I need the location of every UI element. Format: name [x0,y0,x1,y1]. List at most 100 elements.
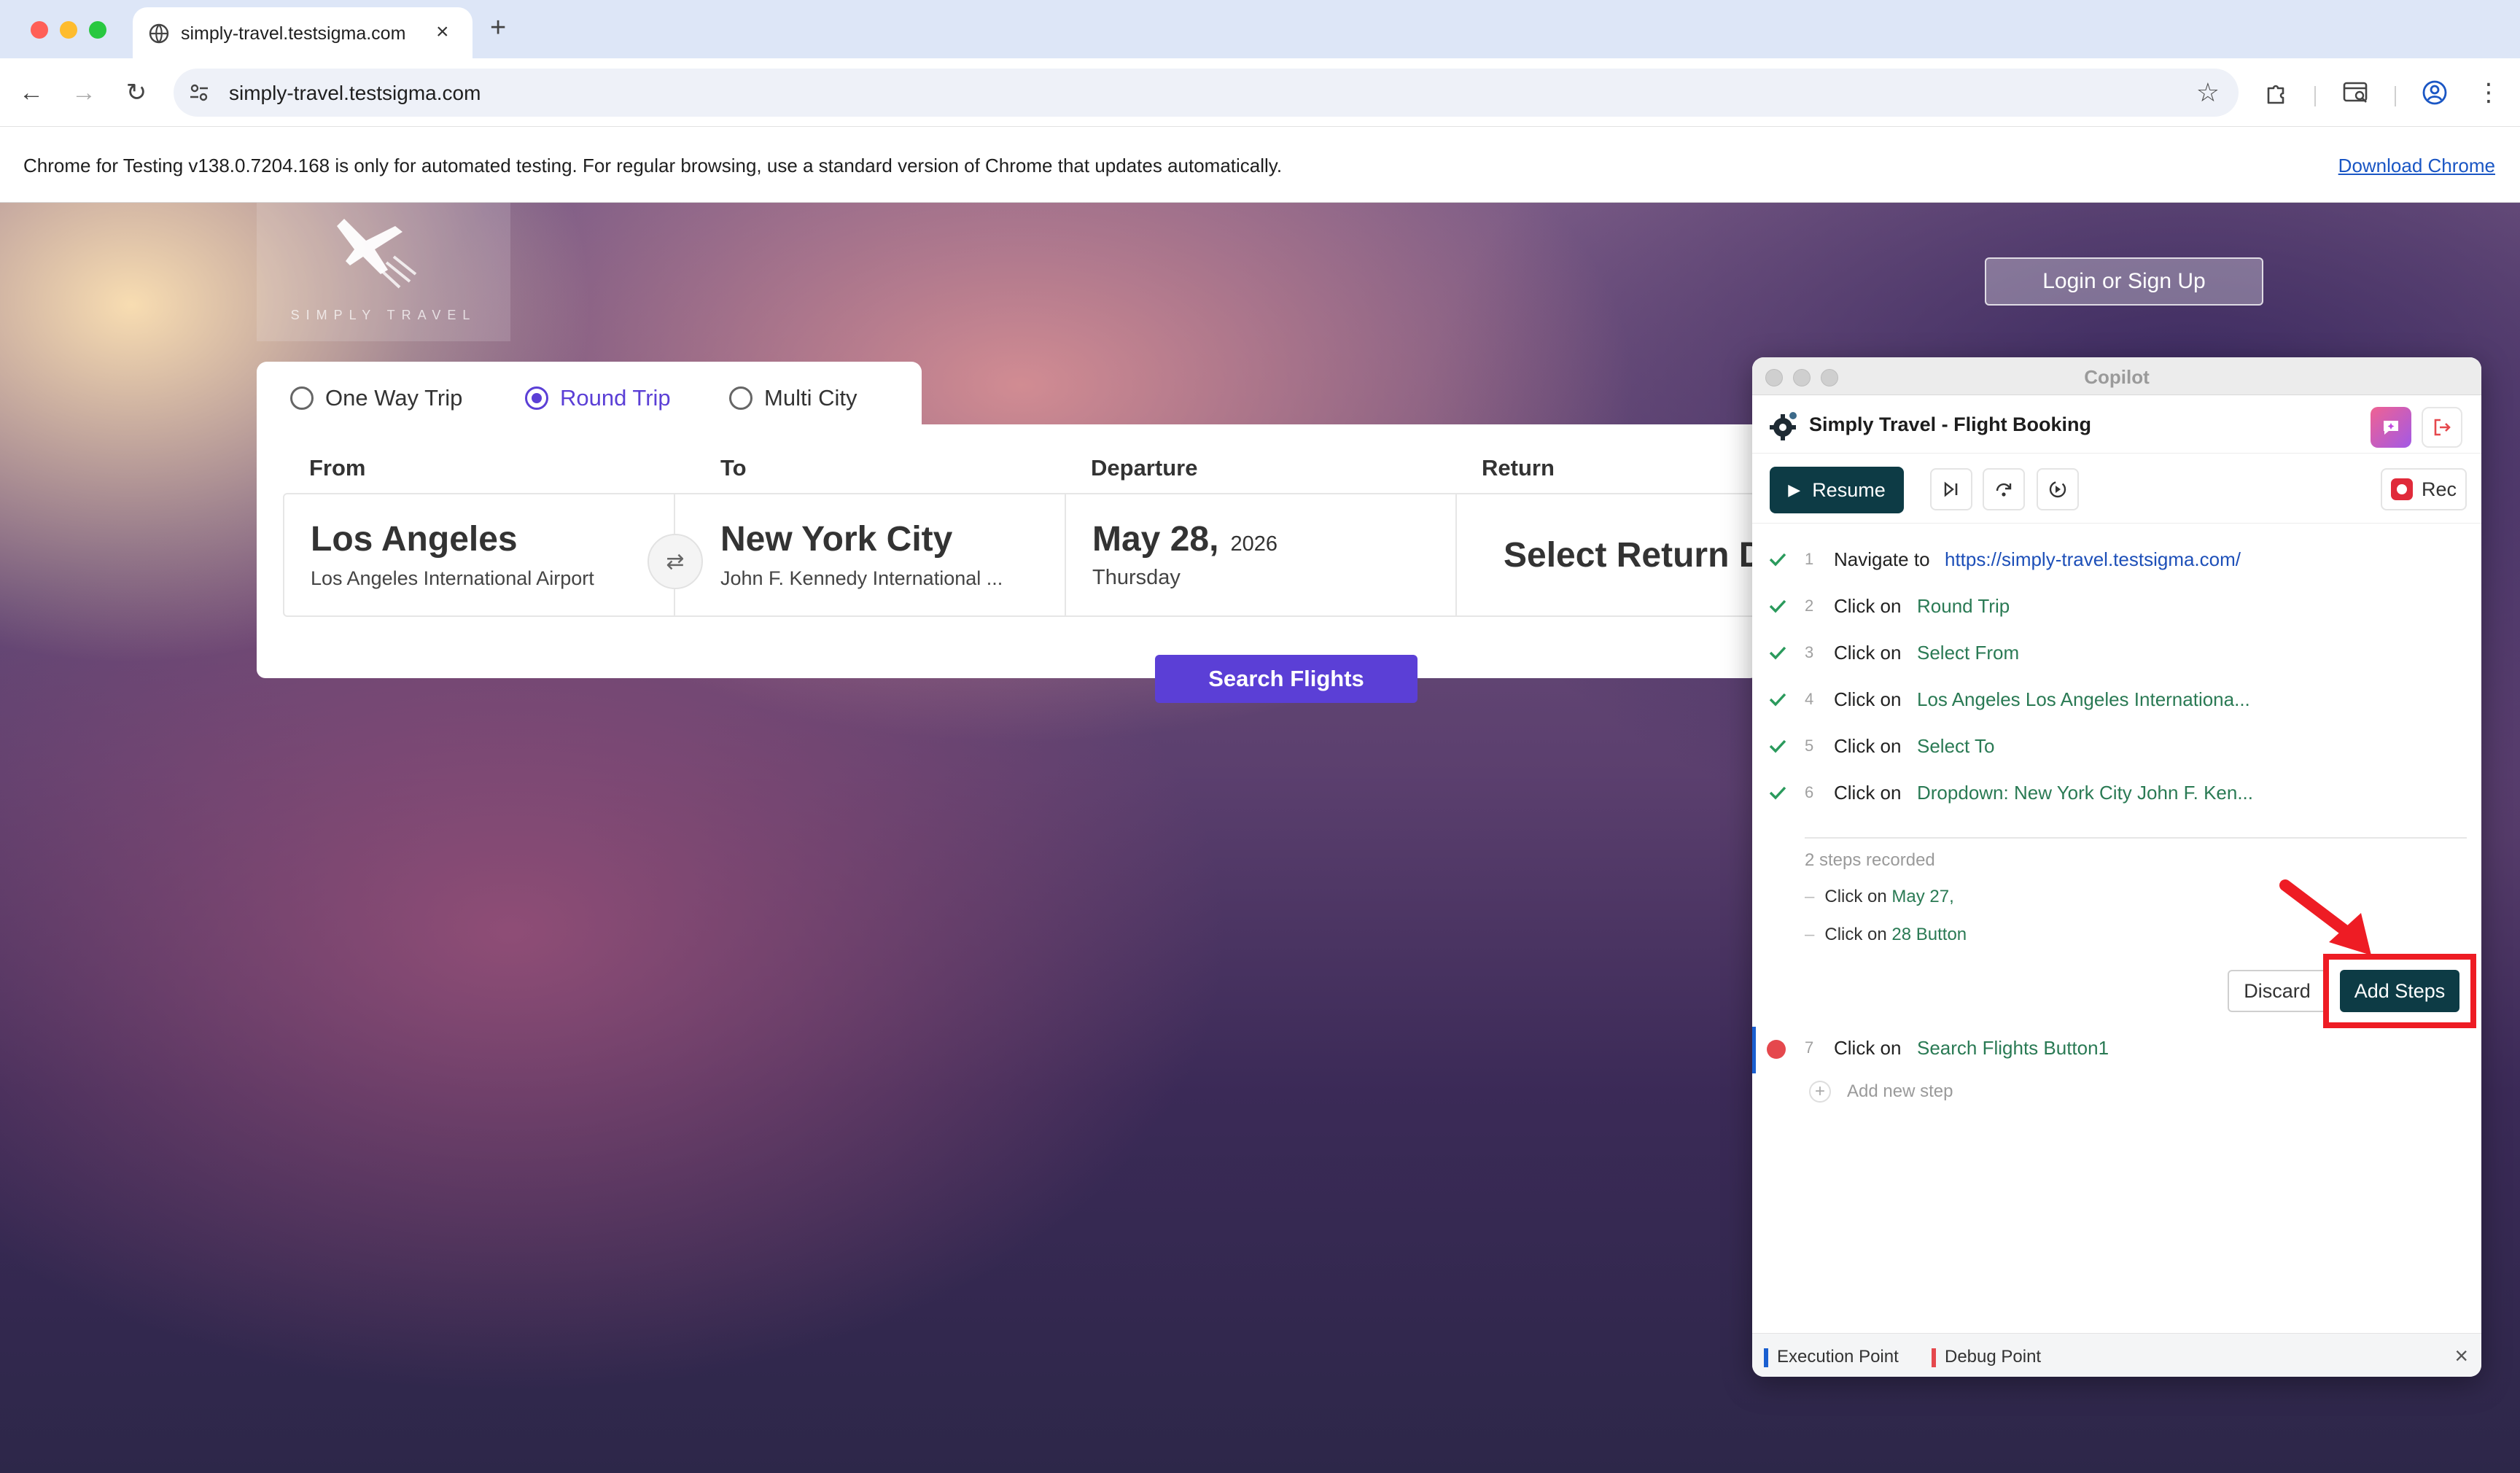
toolbar-separator [2395,86,2396,106]
to-label: To [720,455,747,481]
test-step[interactable]: 3 Click on Select From [1752,631,2481,678]
play-icon: ▶ [1788,481,1801,499]
return-field[interactable]: Select Return Da [1457,494,1772,615]
extensions-puzzle-icon[interactable] [2260,76,2294,109]
legend-label: Execution Point [1777,1347,1899,1367]
test-step[interactable]: 2 Click on Round Trip [1752,585,2481,631]
check-icon [1769,786,1786,800]
bullet-dash: – [1805,925,1815,944]
add-new-step-button[interactable]: + Add new step [1809,1081,1953,1103]
step-target[interactable]: Search Flights Button1 [1917,1037,2109,1060]
bookmark-star-icon[interactable]: ☆ [2196,77,2220,108]
infobar-message: Chrome for Testing v138.0.7204.168 is on… [23,155,1283,176]
recorded-step: – Click on May 27, [1805,887,1954,907]
from-city: Los Angeles [311,520,518,559]
radio-circle [525,386,548,410]
recorded-step: – Click on 28 Button [1805,925,1967,945]
radio-multi-city[interactable]: Multi City [729,385,857,411]
step-target[interactable]: Los Angeles Los Angeles Internationa... [1917,688,2250,711]
step-action: Click on [1834,735,1902,757]
ai-assistant-button[interactable] [2371,407,2411,448]
step-over-button[interactable] [1983,468,2025,510]
copilot-window-title: Copilot [2084,366,2150,388]
step-number: 6 [1805,783,1814,801]
step-target[interactable]: Round Trip [1917,595,2010,618]
radio-round-trip[interactable]: Round Trip [525,385,671,411]
window-close-button[interactable] [31,21,48,39]
step-target[interactable]: Select From [1917,642,2019,664]
departure-date: May 28, 2026 [1092,519,1278,559]
search-flights-button[interactable]: Search Flights [1155,655,1418,703]
radio-circle [290,386,314,410]
debug-point-icon[interactable] [1767,1040,1786,1059]
radio-label: One Way Trip [325,385,463,411]
download-chrome-link[interactable]: Download Chrome [2338,155,2495,177]
record-icon [2390,478,2413,500]
step-number: 3 [1805,643,1814,661]
test-step[interactable]: 6 Click on Dropdown: New York City John … [1752,772,2481,818]
check-icon [1769,693,1786,707]
to-airport: John F. Kennedy International ... [720,567,1003,589]
profile-avatar-icon[interactable] [2418,76,2451,109]
address-bar[interactable]: simply-travel.testsigma.com ☆ [174,69,2239,117]
recorded-steps-label: 2 steps recorded [1805,850,1935,870]
replay-button[interactable] [2037,468,2079,510]
step-number: 2 [1805,596,1814,615]
new-tab-button[interactable]: + [490,13,506,42]
login-signup-button[interactable]: Login or Sign Up [1985,257,2263,306]
step-target[interactable]: Dropdown: New York City John F. Ken... [1917,782,2253,804]
current-test-step[interactable]: 7 Click on Search Flights Button1 [1752,1027,2481,1073]
site-settings-icon[interactable] [188,82,210,104]
forward-button[interactable]: → [67,76,101,109]
flight-search-card: From To Departure Return Los Angeles Los… [257,424,1772,678]
kebab-menu-icon[interactable]: ⋮ [2472,76,2505,109]
radio-one-way-trip[interactable]: One Way Trip [290,385,462,411]
window-minimize-button[interactable] [60,21,77,39]
test-step[interactable]: 1 Navigate to https://simply-travel.test… [1752,538,2481,585]
copilot-controls: ▶ Resume Rec [1752,454,2481,524]
record-label: Rec [2421,478,2457,500]
test-step[interactable]: 4 Click on Los Angeles Los Angeles Inter… [1752,678,2481,725]
from-field[interactable]: Los Angeles Los Angeles International Ai… [284,494,675,615]
step-action: Click on [1834,595,1902,617]
legend-swatch [1932,1348,1936,1367]
url-text[interactable]: simply-travel.testsigma.com [229,82,481,105]
step-action: Click on [1834,642,1902,664]
resume-button[interactable]: ▶ Resume [1770,467,1904,513]
discard-button[interactable]: Discard [2228,970,2327,1012]
exit-session-button[interactable] [2422,407,2462,448]
automation-infobar: Chrome for Testing v138.0.7204.168 is on… [0,127,2520,203]
browser-tab[interactable]: simply-travel.testsigma.com × [133,7,472,58]
reload-button[interactable]: ↻ [120,76,153,109]
replay-icon [2049,481,2066,498]
record-button[interactable]: Rec [2381,468,2467,510]
copilot-header: Simply Travel - Flight Booking [1752,395,2481,454]
test-step[interactable]: 5 Click on Select To [1752,725,2481,772]
step-target[interactable]: Select To [1917,735,1994,758]
site-logo[interactable]: SIMPLY TRAVEL [257,203,510,341]
check-icon [1769,553,1786,567]
step-action: Click on [1834,782,1902,804]
step-action: Click on [1834,1037,1902,1059]
globe-icon [149,23,169,44]
step-action: Navigate to [1834,548,1930,570]
return-label: Return [1482,455,1555,481]
bullet-dash: – [1805,887,1815,906]
copilot-footer: Execution Point Debug Point × [1752,1333,2481,1377]
tab-close-icon[interactable]: × [436,20,449,44]
close-icon[interactable]: × [2454,1342,2468,1369]
window-maximize-button[interactable] [89,21,106,39]
step-next-button[interactable] [1930,468,1972,510]
step-target-link[interactable]: https://simply-travel.testsigma.com/ [1945,548,2241,571]
departure-field[interactable]: May 28, 2026 Thursday [1066,494,1457,615]
copilot-titlebar[interactable]: Copilot [1752,357,2481,395]
tab-search-icon[interactable] [2339,76,2373,109]
plus-icon: + [1809,1081,1831,1103]
browser-tab-strip: simply-travel.testsigma.com × + [0,0,2520,58]
back-button[interactable]: ← [15,76,48,109]
to-field[interactable]: New York City John F. Kennedy Internatio… [675,494,1066,615]
step-number: 1 [1805,550,1814,568]
airplane-logo-icon [337,219,417,289]
recorded-target: May 27, [1891,887,1954,906]
project-name: Simply Travel - Flight Booking [1809,413,2092,435]
